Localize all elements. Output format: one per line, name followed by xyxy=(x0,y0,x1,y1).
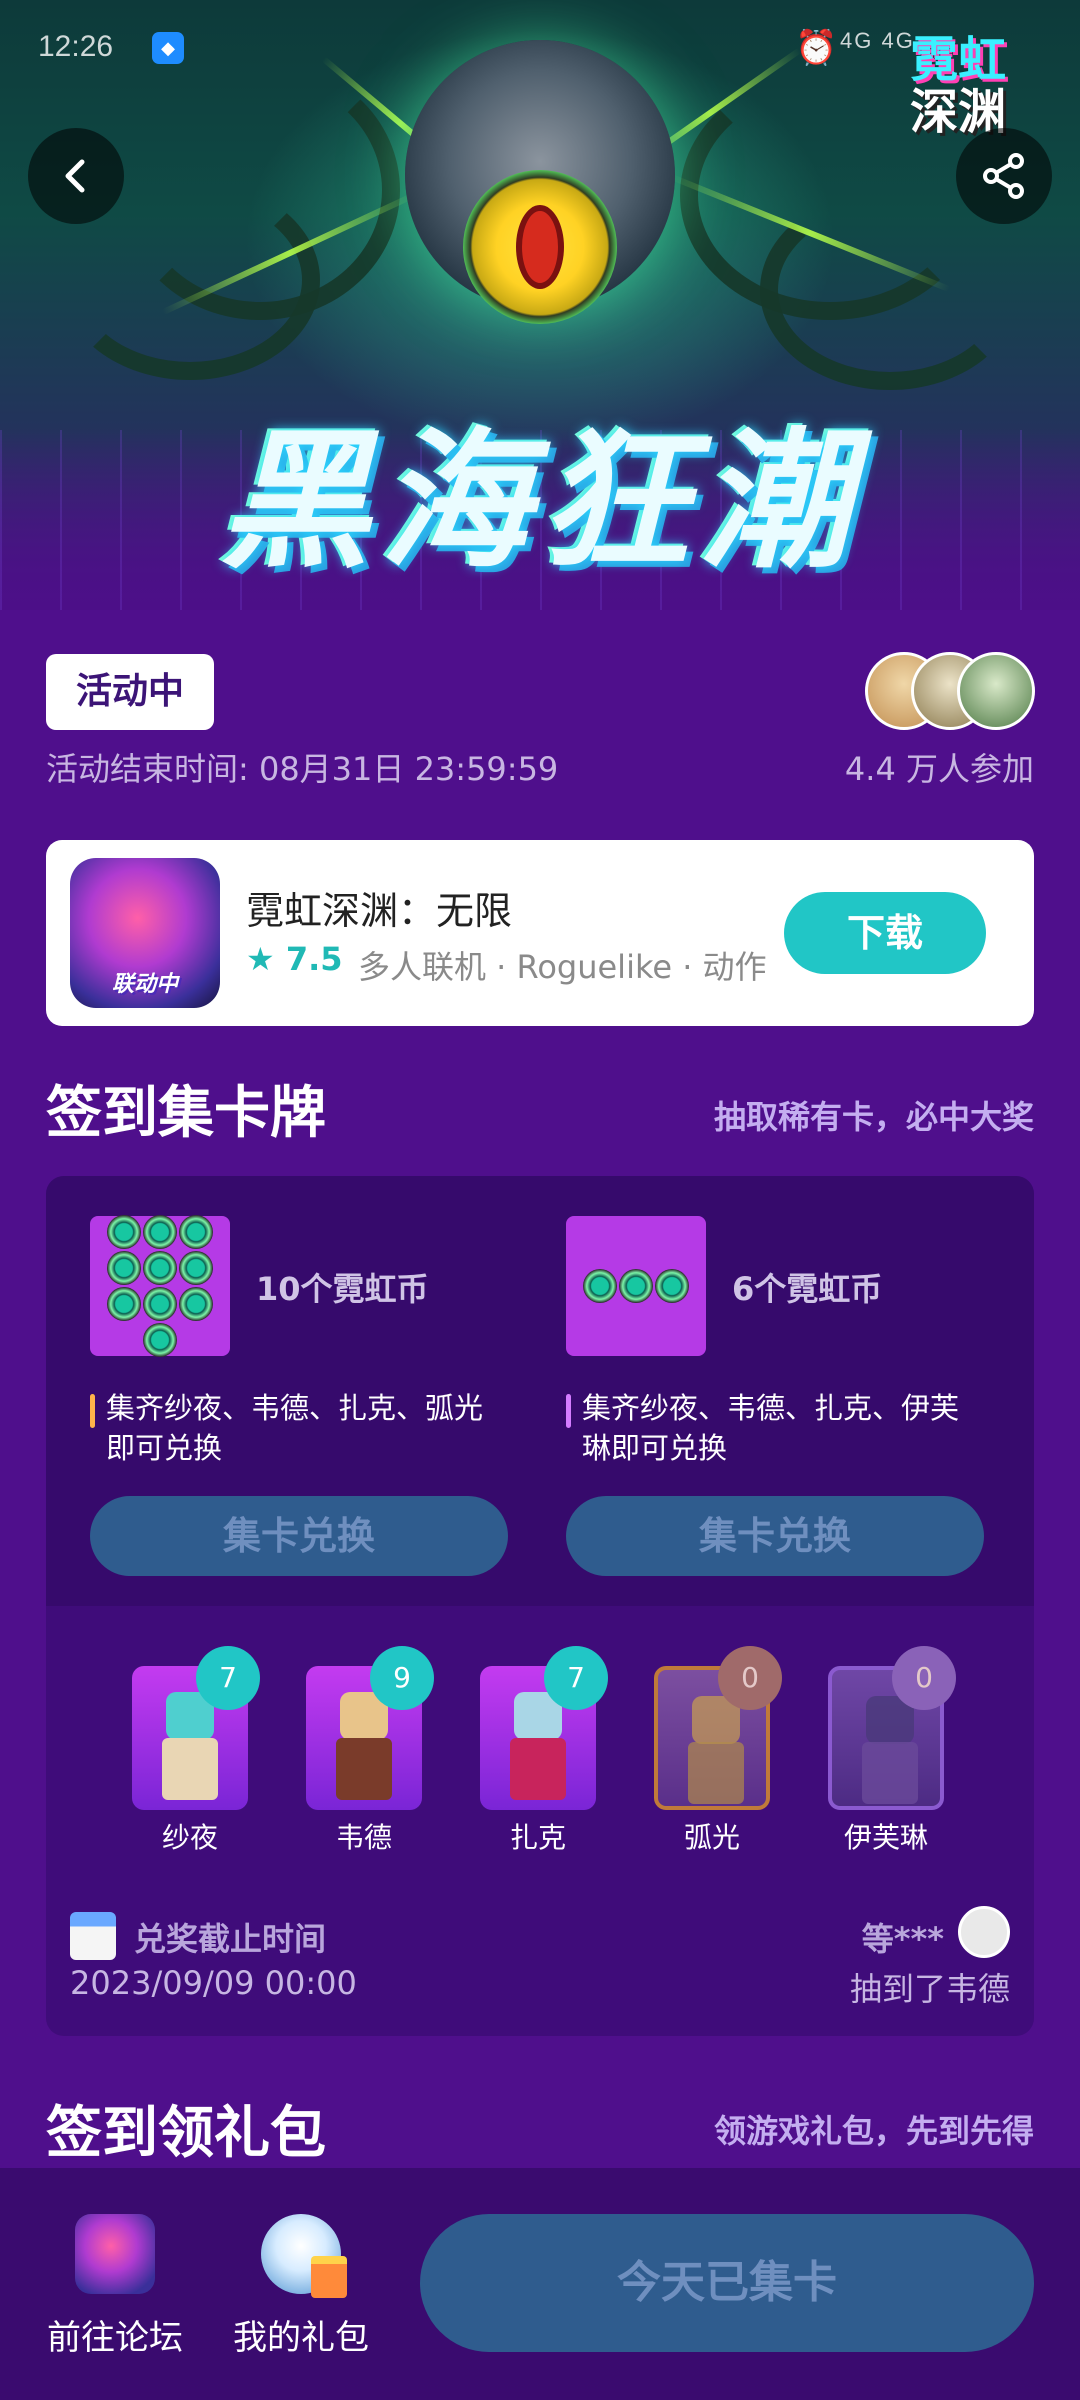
exchange-cards-button[interactable]: 集卡兑换 xyxy=(566,1496,984,1576)
character-card[interactable]: 9 韦德 xyxy=(304,1646,434,1854)
reward-description: 集齐纱夜、韦德、扎克、弧光即可兑换 xyxy=(90,1388,510,1468)
participant-count: 4.4 万人参加 xyxy=(844,750,1034,788)
logo-line-1: 霓虹 xyxy=(910,32,1007,88)
back-button[interactable] xyxy=(28,128,124,224)
character-card-list: 7 纱夜 9 韦德 7 扎克 0 弧光 0 伊芙琳 xyxy=(46,1646,1034,1854)
chevron-left-icon xyxy=(65,159,85,193)
game-name: 霓虹深渊：无限 xyxy=(246,889,513,933)
card-count-badge: 0 xyxy=(718,1646,782,1710)
card-count-badge: 0 xyxy=(892,1646,956,1710)
section-subtitle-cards: 抽取稀有卡，必中大奖 xyxy=(713,1098,1034,1136)
star-icon: ★ xyxy=(246,940,275,978)
download-button[interactable]: 下载 xyxy=(784,892,986,974)
status-time: 12:26 xyxy=(38,30,114,63)
signal-icon: 4G 4G xyxy=(840,28,915,53)
share-icon xyxy=(983,153,1024,199)
redeem-deadline-value: 2023/09/09 00:00 xyxy=(70,1964,357,2002)
character-name: 韦德 xyxy=(335,1821,392,1854)
character-name: 纱夜 xyxy=(161,1821,218,1854)
logo-line-2: 深渊 xyxy=(910,84,1007,140)
card-collection-panel: 10个霓虹币 集齐纱夜、韦德、扎克、弧光即可兑换 集卡兑换 6个霓虹币 集齐纱夜… xyxy=(46,1176,1034,2036)
game-tags: 多人联机 · Roguelike · 动作 xyxy=(358,948,767,986)
card-count-badge: 7 xyxy=(196,1646,260,1710)
character-card[interactable]: 0 弧光 xyxy=(652,1646,782,1854)
hero-banner: 黑海狂潮 12:26 ◆ ⏰ 4G 4G 霓虹 深渊 xyxy=(0,0,1080,610)
event-end-time: 活动结束时间: 08月31日 23:59:59 xyxy=(46,750,559,788)
card-count-badge: 7 xyxy=(544,1646,608,1710)
event-status-badge: 活动中 xyxy=(46,654,214,730)
boss-eye-pupil xyxy=(516,205,564,289)
character-name: 弧光 xyxy=(683,1821,740,1854)
game-app-icon[interactable]: 联动中 xyxy=(70,858,220,1008)
section-title-cards: 签到集卡牌 xyxy=(46,1081,326,1146)
tentacle-decoration xyxy=(760,190,1020,390)
share-button[interactable] xyxy=(956,128,1052,224)
forum-label: 前往论坛 xyxy=(47,2318,183,2358)
reward-amount: 6个霓虹币 xyxy=(732,1270,883,1308)
reward-item: 6个霓虹币 集齐纱夜、韦德、扎克、伊芙琳即可兑换 集卡兑换 xyxy=(542,1196,1012,1596)
event-title-art: 黑海狂潮 xyxy=(219,415,860,589)
character-card[interactable]: 7 扎克 xyxy=(478,1646,608,1854)
section-title-gifts: 签到领礼包 xyxy=(46,2101,326,2166)
game-rating: ★ 7.5 xyxy=(246,940,343,978)
gifts-label: 我的礼包 xyxy=(233,2318,369,2358)
redeem-deadline-label: 兑奖截止时间 xyxy=(134,1920,327,1958)
alarm-icon: ⏰ xyxy=(795,29,838,67)
game-icon-tag: 联动中 xyxy=(111,972,178,997)
neon-coin-icon xyxy=(90,1215,230,1357)
character-card[interactable]: 0 伊芙琳 xyxy=(826,1646,956,1854)
game-rating-value: 7.5 xyxy=(285,940,343,978)
reward-amount: 10个霓虹币 xyxy=(256,1270,429,1308)
forum-icon xyxy=(75,2214,155,2294)
game-card[interactable]: 联动中 霓虹深渊：无限 ★ 7.5 多人联机 · Roguelike · 动作 … xyxy=(46,840,1034,1026)
exchange-cards-button[interactable]: 集卡兑换 xyxy=(90,1496,508,1576)
participant-avatar xyxy=(957,652,1035,730)
my-gifts-button[interactable]: 我的礼包 xyxy=(226,2214,376,2374)
collected-today-button[interactable]: 今天已集卡 xyxy=(420,2214,1034,2352)
winner-username: 等*** xyxy=(861,1920,944,1958)
winner-result: 抽到了韦德 xyxy=(849,1970,1010,2008)
character-card[interactable]: 7 纱夜 xyxy=(130,1646,260,1854)
reward-description: 集齐纱夜、韦德、扎克、伊芙琳即可兑换 xyxy=(566,1388,986,1468)
participant-avatars[interactable] xyxy=(865,652,1035,732)
reward-item: 10个霓虹币 集齐纱夜、韦德、扎克、弧光即可兑换 集卡兑换 xyxy=(66,1196,536,1596)
winner-avatar xyxy=(958,1906,1010,1958)
calendar-icon xyxy=(70,1912,116,1960)
bottom-action-bar: 前往论坛 我的礼包 今天已集卡 xyxy=(0,2168,1080,2400)
go-to-forum-button[interactable]: 前往论坛 xyxy=(40,2214,190,2374)
card-count-badge: 9 xyxy=(370,1646,434,1710)
gift-icon xyxy=(261,2214,347,2298)
neon-coin-icon xyxy=(566,1216,706,1356)
character-name: 伊芙琳 xyxy=(843,1821,928,1854)
app-notification-icon: ◆ xyxy=(152,32,184,64)
character-name: 扎克 xyxy=(509,1821,566,1854)
section-subtitle-gifts: 领游戏礼包，先到先得 xyxy=(713,2112,1034,2150)
game-logo: 霓虹 深渊 xyxy=(910,34,1060,144)
